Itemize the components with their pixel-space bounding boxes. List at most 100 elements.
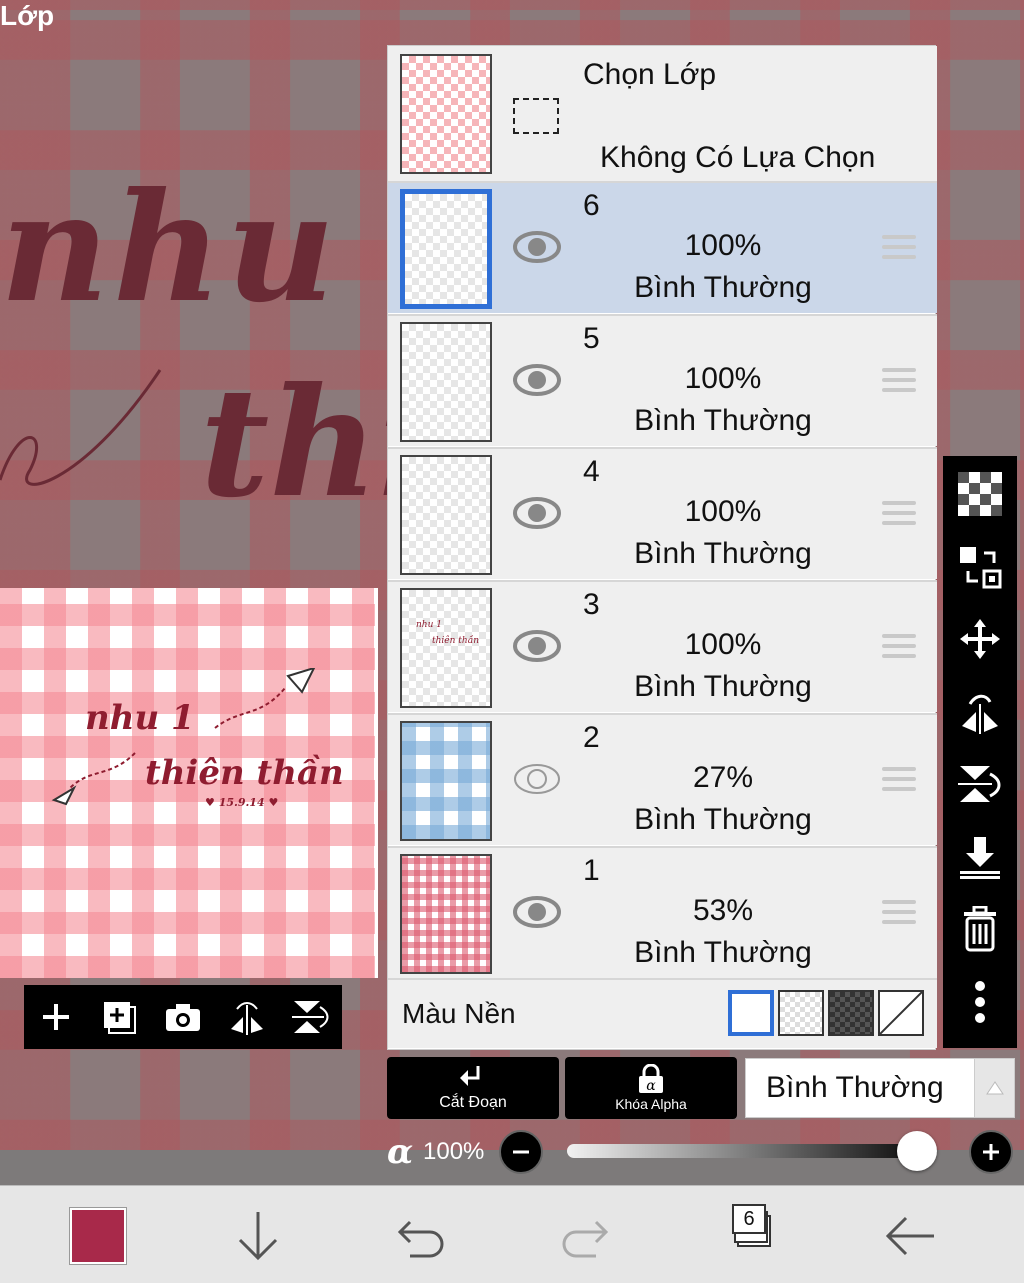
preview-toolbar xyxy=(24,985,342,1049)
flip-horizontal-side-button[interactable] xyxy=(952,686,1008,739)
layer-row-1[interactable]: 1 53% Bình Thường xyxy=(388,846,937,978)
drag-handle-icon[interactable] xyxy=(882,235,916,263)
layer-opacity: 100% xyxy=(684,628,762,661)
opacity-slider-thumb[interactable] xyxy=(897,1131,937,1171)
layers-button[interactable]: 6 xyxy=(726,1198,774,1258)
add-layer-box-icon xyxy=(104,1002,137,1034)
redo-button[interactable] xyxy=(552,1204,616,1268)
dropdown-arrow-icon[interactable] xyxy=(974,1059,1014,1117)
checkerboard-icon xyxy=(958,472,1002,517)
undo-icon xyxy=(397,1220,444,1258)
drag-handle-icon[interactable] xyxy=(882,501,916,529)
eye-icon[interactable] xyxy=(513,892,561,932)
arrow-left-icon xyxy=(885,1216,934,1256)
eye-icon[interactable] xyxy=(513,227,561,267)
transparency-button[interactable] xyxy=(952,468,1008,521)
layer-thumbnail xyxy=(400,322,492,442)
redo-icon xyxy=(562,1220,609,1258)
flip-vertical-button[interactable] xyxy=(286,993,334,1041)
current-color-swatch[interactable] xyxy=(69,1207,127,1265)
camera-icon xyxy=(165,1004,200,1031)
background-color-row: Màu Nền xyxy=(388,978,937,1048)
bg-white-swatch[interactable] xyxy=(728,990,774,1036)
more-options-button[interactable] xyxy=(952,976,1008,1029)
layer-row-5[interactable]: 5 100% Bình Thường xyxy=(388,314,937,446)
bg-transparent-dark-swatch[interactable] xyxy=(828,990,874,1036)
move-button[interactable] xyxy=(952,613,1008,666)
drag-handle-icon[interactable] xyxy=(882,368,916,396)
opacity-decrease-button[interactable] xyxy=(499,1130,543,1174)
drag-handle-icon[interactable] xyxy=(882,900,916,928)
svg-text:α: α xyxy=(646,1078,656,1094)
more-vertical-icon xyxy=(975,980,985,1023)
flip-vertical-side-button[interactable] xyxy=(952,758,1008,811)
selection-thumbnail xyxy=(400,54,492,174)
layer-opacity: 100% xyxy=(684,495,762,528)
trash-icon xyxy=(964,906,996,952)
layer-blend-mode: Bình Thường xyxy=(634,537,812,570)
layer-blend-mode: Bình Thường xyxy=(634,271,812,304)
layer-side-toolbar xyxy=(943,456,1017,1048)
add-special-layer-button[interactable] xyxy=(95,993,143,1041)
selection-layer-row[interactable]: Chọn Lớp Không Có Lựa Chọn xyxy=(388,46,937,181)
layer-opacity: 100% xyxy=(684,362,762,395)
flip-horizontal-icon xyxy=(962,694,998,734)
clipping-arrow-icon xyxy=(460,1066,480,1086)
layer-thumbnail xyxy=(400,854,492,974)
merge-down-button[interactable] xyxy=(952,831,1008,884)
camera-import-button[interactable] xyxy=(159,993,207,1041)
layer-row-4[interactable]: 4 100% Bình Thường xyxy=(388,447,937,579)
drag-handle-icon[interactable] xyxy=(882,767,916,795)
layer-row-3[interactable]: nhu 1 thiên thần 3 100% Bình Thường xyxy=(388,580,937,712)
drag-handle-icon[interactable] xyxy=(882,634,916,662)
canvas-title: Lớp xyxy=(0,0,55,31)
layer-number: 3 xyxy=(583,588,600,621)
move-arrows-icon xyxy=(960,619,1000,660)
flip-vertical-icon xyxy=(292,1001,329,1033)
bg-transparent-light-swatch[interactable] xyxy=(778,990,824,1036)
layer-number: 1 xyxy=(583,854,600,887)
layer-thumbnail xyxy=(400,721,492,841)
preview-line-2: thiên thần xyxy=(145,753,344,793)
layer-thumbnail: nhu 1 thiên thần xyxy=(400,588,492,708)
bg-none-swatch[interactable] xyxy=(878,990,924,1036)
opacity-slider[interactable] xyxy=(567,1131,937,1171)
layer-number: 5 xyxy=(583,322,600,355)
eye-hidden-icon[interactable] xyxy=(513,759,561,799)
swap-layers-button[interactable] xyxy=(952,541,1008,594)
flip-vertical-icon xyxy=(958,766,1001,803)
eye-icon[interactable] xyxy=(513,360,561,400)
layer-row-6[interactable]: 6 100% Bình Thường xyxy=(388,181,937,313)
scroll-down-button[interactable] xyxy=(226,1204,290,1268)
alpha-symbol: α xyxy=(387,1132,414,1172)
opacity-control: α 100% xyxy=(387,1128,1024,1178)
clipping-button[interactable]: Cắt Đoạn xyxy=(387,1057,559,1119)
alpha-lock-label: Khóa Alpha xyxy=(615,1096,687,1112)
delete-layer-button[interactable] xyxy=(952,903,1008,956)
clipping-label: Cắt Đoạn xyxy=(439,1094,507,1111)
layer-row-2[interactable]: 2 27% Bình Thường xyxy=(388,713,937,845)
back-button[interactable] xyxy=(878,1204,942,1268)
layer-thumbnail xyxy=(400,189,492,309)
eye-icon[interactable] xyxy=(513,493,561,533)
blend-mode-select[interactable]: Bình Thường xyxy=(745,1058,1015,1118)
layer-opacity: 53% xyxy=(692,894,754,927)
layer-blend-mode: Bình Thường xyxy=(634,404,812,437)
layer-number: 2 xyxy=(583,721,600,754)
undo-button[interactable] xyxy=(390,1204,454,1268)
blend-mode-value: Bình Thường xyxy=(766,1071,944,1104)
layer-blend-mode: Bình Thường xyxy=(634,803,812,836)
layer-panel: Chọn Lớp Không Có Lựa Chọn 6 100% Bình T… xyxy=(387,45,937,1050)
eye-icon[interactable] xyxy=(513,626,561,666)
layer-number: 6 xyxy=(583,189,600,222)
flip-horizontal-button[interactable] xyxy=(223,993,271,1041)
layer-thumbnail xyxy=(400,455,492,575)
alpha-lock-button[interactable]: α Khóa Alpha xyxy=(565,1057,737,1119)
add-layer-button[interactable] xyxy=(32,993,80,1041)
opacity-increase-button[interactable] xyxy=(969,1130,1013,1174)
lock-icon: α xyxy=(639,1064,663,1094)
swap-icon xyxy=(960,546,1002,589)
download-arrow-icon xyxy=(960,836,1000,879)
selection-status: Không Có Lựa Chọn xyxy=(600,141,876,174)
preview-line-1: nhu 1 xyxy=(85,698,195,738)
